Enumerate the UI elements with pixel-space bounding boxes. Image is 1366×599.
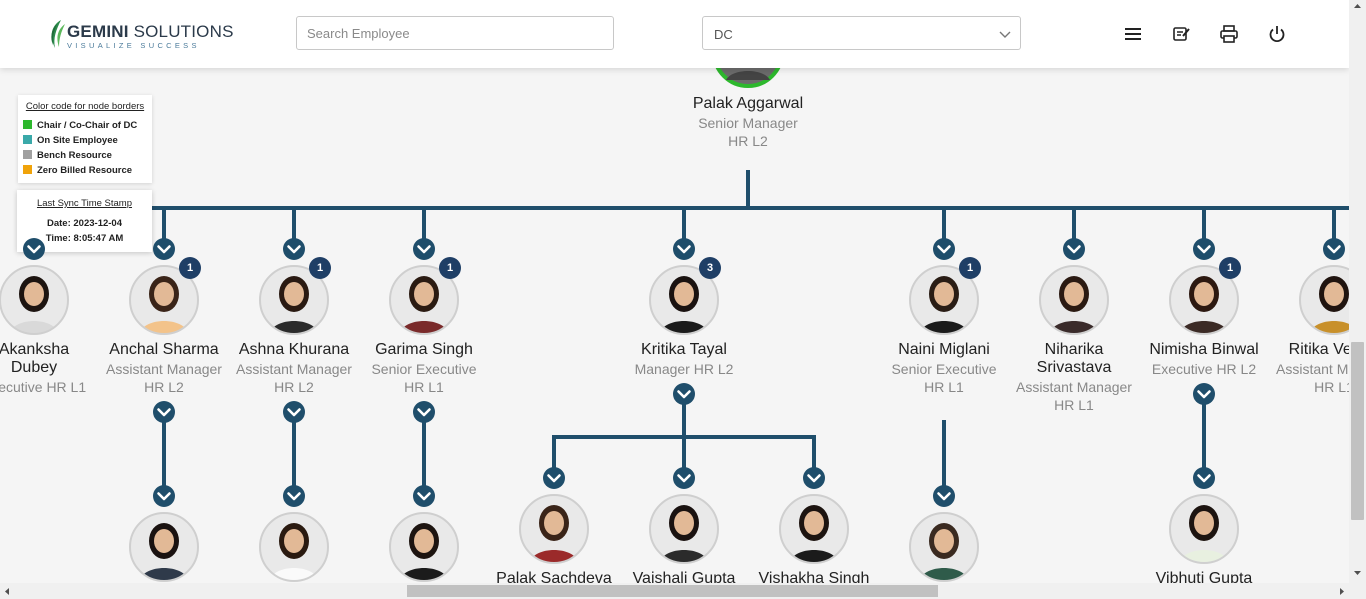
- report-count-badge: 1: [959, 257, 981, 279]
- expand-toggle-icon[interactable]: [282, 237, 306, 261]
- edit-note-icon[interactable]: [1171, 24, 1191, 44]
- chevron-down-icon: [999, 31, 1011, 38]
- expand-toggle-icon[interactable]: [282, 484, 306, 508]
- scroll-left-icon[interactable]: [3, 587, 11, 596]
- logo-brand: GEMINI SOLUTIONS: [67, 22, 234, 41]
- search-employee-input[interactable]: [296, 16, 614, 50]
- employee-avatar[interactable]: [648, 493, 720, 565]
- legend-title: Color code for node borders: [25, 101, 145, 112]
- report-count-badge: 1: [1219, 257, 1241, 279]
- horizontal-scroll-thumb[interactable]: [407, 585, 938, 597]
- scroll-down-icon[interactable]: [1353, 569, 1362, 577]
- expand-toggle-icon[interactable]: [152, 484, 176, 508]
- color-legend: Color code for node borders Chair / Co-C…: [18, 95, 152, 183]
- expand-toggle-icon[interactable]: [1192, 237, 1216, 261]
- expand-toggle-icon[interactable]: [672, 466, 696, 490]
- expand-toggle-icon[interactable]: [672, 382, 696, 406]
- expand-toggle-icon[interactable]: [932, 484, 956, 508]
- report-count-badge: 1: [309, 257, 331, 279]
- employee-designation: Senior Executive HR L1: [371, 361, 477, 395]
- employee-designation: Manager HR L2: [634, 361, 734, 377]
- expand-toggle-icon[interactable]: [412, 237, 436, 261]
- employee-name[interactable]: Ashna Khurana: [229, 341, 359, 359]
- legend-item-zero-billed: Zero Billed Resource: [23, 165, 132, 176]
- report-count-badge: 3: [699, 257, 721, 279]
- employee-name[interactable]: Akanksha Dubey: [0, 341, 79, 377]
- employee-avatar[interactable]: [0, 264, 70, 336]
- expand-toggle-icon[interactable]: [152, 400, 176, 424]
- menu-icon[interactable]: [1123, 24, 1143, 44]
- expand-toggle-icon[interactable]: [282, 400, 306, 424]
- expand-toggle-icon[interactable]: [152, 237, 176, 261]
- power-icon[interactable]: [1267, 24, 1287, 44]
- employee-name[interactable]: Kritika Tayal: [619, 341, 749, 359]
- department-select[interactable]: DC: [702, 16, 1021, 50]
- employee-avatar[interactable]: [908, 511, 980, 583]
- report-count-badge: 1: [439, 257, 461, 279]
- employee-name[interactable]: Naini Miglani: [879, 341, 1009, 359]
- vertical-scroll-thumb[interactable]: [1351, 342, 1364, 520]
- employee-name[interactable]: Anchal Sharma: [99, 341, 229, 359]
- vertical-scrollbar[interactable]: [1349, 0, 1366, 583]
- scroll-up-icon[interactable]: [1353, 2, 1362, 10]
- root-level: HR L2: [728, 133, 768, 149]
- employee-designation: Executive HR L2: [1151, 361, 1257, 377]
- sync-title: Last Sync Time Stamp: [36, 198, 133, 209]
- legend-item-onsite: On Site Employee: [23, 135, 118, 146]
- expand-toggle-icon[interactable]: [932, 237, 956, 261]
- app-header: GEMINI SOLUTIONS VISUALIZE SUCCESS DC: [0, 0, 1349, 68]
- expand-toggle-icon[interactable]: [412, 400, 436, 424]
- employee-designation: Senior Executive HR L1: [891, 361, 997, 395]
- expand-toggle-icon[interactable]: [1192, 382, 1216, 406]
- expand-toggle-icon[interactable]: [1062, 237, 1086, 261]
- employee-avatar[interactable]: [778, 493, 850, 565]
- print-icon[interactable]: [1219, 24, 1239, 44]
- employee-designation: Assistant Manager HR L1: [1016, 379, 1132, 413]
- scroll-right-icon[interactable]: [1338, 587, 1346, 596]
- employee-avatar[interactable]: [258, 511, 330, 583]
- employee-name[interactable]: Nimisha Binwal: [1139, 341, 1269, 359]
- employee-avatar[interactable]: [128, 511, 200, 583]
- employee-name[interactable]: Garima Singh: [359, 341, 489, 359]
- root-designation: Senior Manager: [698, 115, 798, 131]
- employee-avatar[interactable]: [1168, 493, 1240, 565]
- expand-toggle-icon[interactable]: [412, 484, 436, 508]
- employee-avatar[interactable]: [1038, 264, 1110, 336]
- expand-toggle-icon[interactable]: [802, 466, 826, 490]
- sync-date: Date: 2023-12-04: [47, 218, 122, 229]
- employee-designation: Executive HR L1: [0, 379, 87, 395]
- root-name[interactable]: Palak Aggarwal: [683, 95, 813, 113]
- employee-designation: Assistant Manager HR L2: [106, 361, 222, 395]
- employee-avatar[interactable]: [518, 493, 590, 565]
- legend-item-chair: Chair / Co-Chair of DC: [23, 120, 137, 131]
- expand-toggle-icon[interactable]: [542, 466, 566, 490]
- company-logo[interactable]: GEMINI SOLUTIONS VISUALIZE SUCCESS: [47, 18, 233, 52]
- expand-toggle-icon[interactable]: [672, 237, 696, 261]
- horizontal-scrollbar[interactable]: [0, 583, 1366, 599]
- legend-item-bench: Bench Resource: [23, 150, 112, 161]
- logo-leaf-icon: [51, 20, 65, 48]
- employee-name[interactable]: Niharika Srivastava: [1029, 341, 1119, 377]
- logo-tagline: VISUALIZE SUCCESS: [67, 41, 200, 50]
- expand-toggle-icon[interactable]: [1322, 237, 1346, 261]
- expand-toggle-icon[interactable]: [22, 237, 46, 261]
- expand-toggle-icon[interactable]: [1192, 466, 1216, 490]
- report-count-badge: 1: [179, 257, 201, 279]
- employee-designation: Assistant Manager HR L2: [236, 361, 352, 395]
- employee-avatar[interactable]: [388, 511, 460, 583]
- department-select-value: DC: [714, 27, 733, 42]
